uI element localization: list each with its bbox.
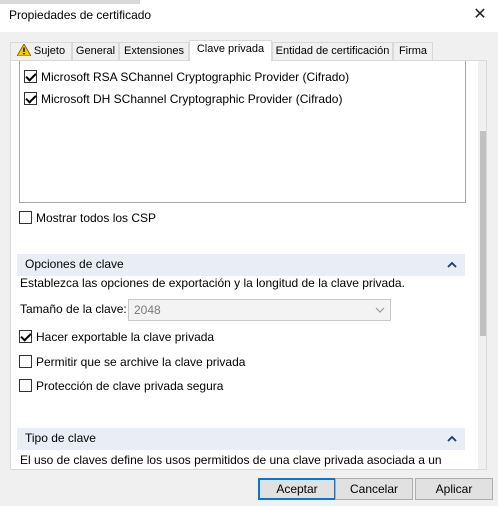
archive-label: Permitir que se archive la clave privada <box>36 355 246 369</box>
show-all-csp-label: Mostrar todos los CSP <box>36 211 157 225</box>
tab-label: Sujeto <box>33 45 66 57</box>
provider-dh-checkbox[interactable] <box>24 92 37 105</box>
csp-provider-list[interactable]: Microsoft RSA SChannel Cryptographic Pro… <box>19 61 466 203</box>
provider-rsa-label: Microsoft RSA SChannel Cryptographic Pro… <box>41 70 350 84</box>
strong-protection-option[interactable]: Protección de clave privada segura <box>19 378 223 394</box>
key-size-value: 2048 <box>134 303 161 317</box>
title-bar-strip <box>0 0 140 4</box>
provider-rsa-checkbox[interactable] <box>24 70 37 83</box>
key-type-heading: Tipo de clave <box>25 431 96 445</box>
strong-protection-label: Protección de clave privada segura <box>36 379 224 393</box>
key-type-description: El uso de claves define los usos permiti… <box>20 453 442 467</box>
tab-sujeto[interactable]: Sujeto <box>10 42 72 60</box>
list-item[interactable]: Microsoft DH SChannel Cryptographic Prov… <box>24 90 342 108</box>
show-all-csp-checkbox[interactable] <box>19 211 32 224</box>
tab-label: Clave privada <box>196 43 265 55</box>
tab-label: Firma <box>398 45 428 57</box>
tab-firma[interactable]: Firma <box>393 42 433 60</box>
certificate-properties-dialog: Propiedades de certificado ✕ Sujeto Gene… <box>0 0 498 506</box>
exportable-label: Hacer exportable la clave privada <box>36 330 215 344</box>
key-options-heading: Opciones de clave <box>25 257 124 271</box>
key-options-description: Establezca las opciones de exportación y… <box>20 276 405 290</box>
list-item[interactable]: Microsoft RSA SChannel Cryptographic Pro… <box>24 68 349 86</box>
ok-button[interactable]: Aceptar <box>258 478 336 500</box>
tab-general[interactable]: General <box>72 42 119 60</box>
warning-icon <box>16 44 31 56</box>
show-all-csp-option[interactable]: Mostrar todos los CSP <box>19 210 156 226</box>
tab-label: Extensiones <box>124 45 184 57</box>
tab-label: Entidad de certificación <box>275 45 390 57</box>
title-bar: Propiedades de certificado ✕ <box>0 0 498 32</box>
chevron-down-icon <box>375 307 385 313</box>
tab-entidad-certificacion[interactable]: Entidad de certificación <box>272 42 393 60</box>
private-key-panel: Microsoft RSA SChannel Cryptographic Pro… <box>10 60 487 470</box>
scrollbar-thumb[interactable] <box>480 131 486 336</box>
key-type-header[interactable]: Tipo de clave <box>17 428 465 450</box>
tab-clave-privada[interactable]: Clave privada <box>189 40 272 61</box>
chevron-up-icon[interactable] <box>445 258 459 272</box>
archive-option[interactable]: Permitir que se archive la clave privada <box>19 354 245 370</box>
cancel-button[interactable]: Cancelar <box>335 478 413 500</box>
provider-dh-label: Microsoft DH SChannel Cryptographic Prov… <box>41 92 343 106</box>
vertical-scrollbar[interactable] <box>478 61 486 469</box>
window-title: Propiedades de certificado <box>9 8 152 22</box>
key-size-label: Tamaño de la clave: <box>20 302 127 316</box>
exportable-checkbox[interactable] <box>19 330 32 343</box>
close-button[interactable]: ✕ <box>466 4 494 26</box>
strong-protection-checkbox[interactable] <box>19 379 32 392</box>
key-options-header[interactable]: Opciones de clave <box>17 254 465 276</box>
key-size-select[interactable]: 2048 <box>128 299 391 321</box>
tab-extensiones[interactable]: Extensiones <box>119 42 189 60</box>
chevron-up-icon[interactable] <box>445 432 459 446</box>
tab-label: General <box>75 45 116 57</box>
exportable-option[interactable]: Hacer exportable la clave privada <box>19 329 214 345</box>
archive-checkbox[interactable] <box>19 355 32 368</box>
apply-button[interactable]: Aplicar <box>415 478 493 500</box>
